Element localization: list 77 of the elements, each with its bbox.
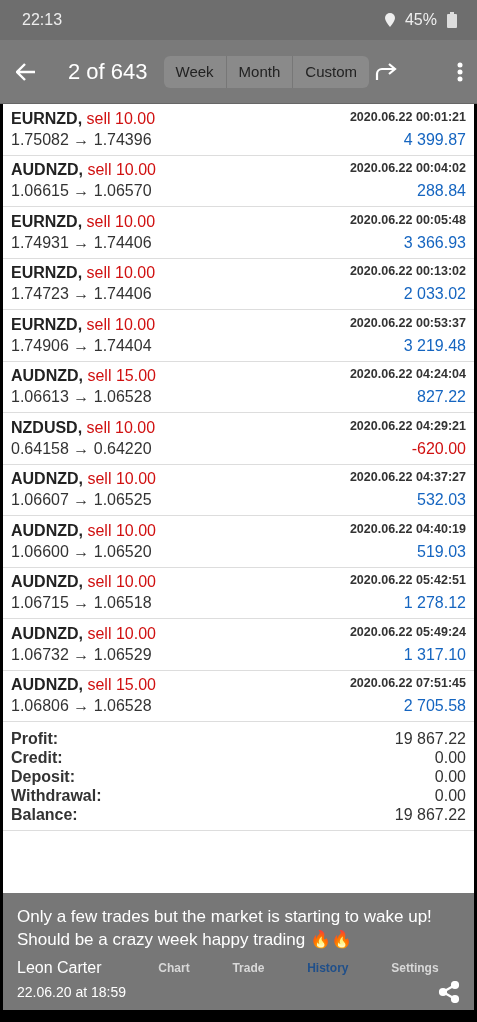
summary-label: Balance: <box>11 806 79 824</box>
trade-profit: 4 399.87 <box>402 130 466 149</box>
trade-time: 2020.06.22 04:37:27 <box>349 470 466 487</box>
nav-tab[interactable]: Chart <box>158 961 190 975</box>
trade-prices: 1.06615 → 1.06570 <box>11 182 153 201</box>
summary-value: 0.00 <box>433 787 466 805</box>
summary-value: 19 867.22 <box>394 806 466 824</box>
trade-profit: 2 705.58 <box>402 697 466 716</box>
post-caption: Only a few trades but the market is starting to wake up! Should be a crazy week happy trading 🔥🔥 <box>17 906 433 951</box>
trade-profit: 1 278.12 <box>402 594 466 613</box>
period-tab[interactable]: Week <box>163 55 226 88</box>
trade-title: EURNZD, sell 10.00 <box>11 109 157 128</box>
share-icon[interactable] <box>438 981 460 1003</box>
period-tab[interactable]: Month <box>225 55 293 88</box>
trade-prices: 1.74906 → 1.74404 <box>11 336 153 355</box>
summary-value: 0.00 <box>433 768 466 786</box>
trade-prices: 1.06732 → 1.06529 <box>11 645 153 664</box>
trade-time: 2020.06.22 00:53:37 <box>349 315 466 332</box>
trade-time: 2020.06.22 05:49:24 <box>349 624 466 641</box>
trade-title: AUDNZD, sell 10.00 <box>11 624 157 643</box>
trade-title: AUDNZD, sell 10.00 <box>11 161 157 180</box>
forward-arrow-icon[interactable] <box>375 62 397 81</box>
trade-profit: 827.22 <box>416 388 466 407</box>
trade-time: 2020.06.22 04:24:04 <box>349 367 466 384</box>
trade-time: 2020.06.22 04:40:19 <box>349 521 466 538</box>
trade-title: EURNZD, sell 10.00 <box>11 264 157 283</box>
trade-title: AUDNZD, sell 10.00 <box>11 521 157 540</box>
summary-label: Profit: <box>11 730 60 748</box>
trade-time: 2020.06.22 00:13:02 <box>349 264 466 281</box>
trade-time: 2020.06.22 00:05:48 <box>349 212 466 229</box>
trade-prices: 1.75082 → 1.74396 <box>11 130 153 149</box>
back-arrow-icon[interactable] <box>16 62 36 81</box>
trade-profit: 532.03 <box>416 491 466 510</box>
trade-profit: 3 366.93 <box>402 233 466 252</box>
trade-title: AUDNZD, sell 15.00 <box>11 676 157 695</box>
summary-label: Credit: <box>11 749 64 767</box>
trade-prices: 1.74723 → 1.74406 <box>11 285 153 304</box>
trade-time: 2020.06.22 00:04:02 <box>349 161 466 178</box>
clock-time: 22:13 <box>22 11 63 29</box>
trade-profit: 3 219.48 <box>402 336 466 355</box>
trade-title: EURNZD, sell 10.00 <box>11 315 157 334</box>
author-name: Leon Carter <box>17 959 103 977</box>
nav-tab[interactable]: Settings <box>391 961 439 975</box>
period-tab[interactable]: Custom <box>292 55 369 88</box>
battery-icon <box>447 12 457 28</box>
trade-title: AUDNZD, sell 10.00 <box>11 573 157 592</box>
trade-title: AUDNZD, sell 10.00 <box>11 470 157 489</box>
trade-title: NZDUSD, sell 10.00 <box>11 418 157 437</box>
trade-prices: 1.06607 → 1.06525 <box>11 491 153 510</box>
battery-level: 45% <box>404 11 437 29</box>
summary-value: 19 867.22 <box>394 730 466 748</box>
trade-prices: 1.74931 → 1.74406 <box>11 233 153 252</box>
trade-time: 2020.06.22 05:42:51 <box>349 573 466 590</box>
nav-tab[interactable]: Trade <box>232 961 265 975</box>
trade-prices: 1.06613 → 1.06528 <box>11 388 153 407</box>
trade-prices: 0.64158 → 0.64220 <box>11 439 153 458</box>
trade-time: 2020.06.22 04:29:21 <box>349 418 466 435</box>
nav-tab[interactable]: History <box>307 961 349 975</box>
trade-time: 2020.06.22 00:01:21 <box>349 109 466 126</box>
trade-profit: 1 317.10 <box>402 645 466 664</box>
trade-time: 2020.06.22 07:51:45 <box>349 676 466 693</box>
trade-prices: 1.06600 → 1.06520 <box>11 542 153 561</box>
more-menu-icon[interactable] <box>457 61 463 82</box>
summary-value: 0.00 <box>433 749 466 767</box>
trade-title: EURNZD, sell 10.00 <box>11 212 157 231</box>
post-date: 22.06.20 at 18:59 <box>17 984 126 1000</box>
trade-profit: 2 033.02 <box>402 285 466 304</box>
location-icon <box>384 13 395 27</box>
image-counter: 2 of 643 <box>68 58 148 85</box>
trade-profit: 288.84 <box>416 182 466 201</box>
trade-prices: 1.06806 → 1.06528 <box>11 697 153 716</box>
summary-label: Deposit: <box>11 768 76 786</box>
trade-profit: -620.00 <box>410 439 466 458</box>
trade-title: AUDNZD, sell 15.00 <box>11 367 157 386</box>
summary-label: Withdrawal: <box>11 787 103 805</box>
trade-profit: 519.03 <box>416 542 466 561</box>
trade-prices: 1.06715 → 1.06518 <box>11 594 153 613</box>
